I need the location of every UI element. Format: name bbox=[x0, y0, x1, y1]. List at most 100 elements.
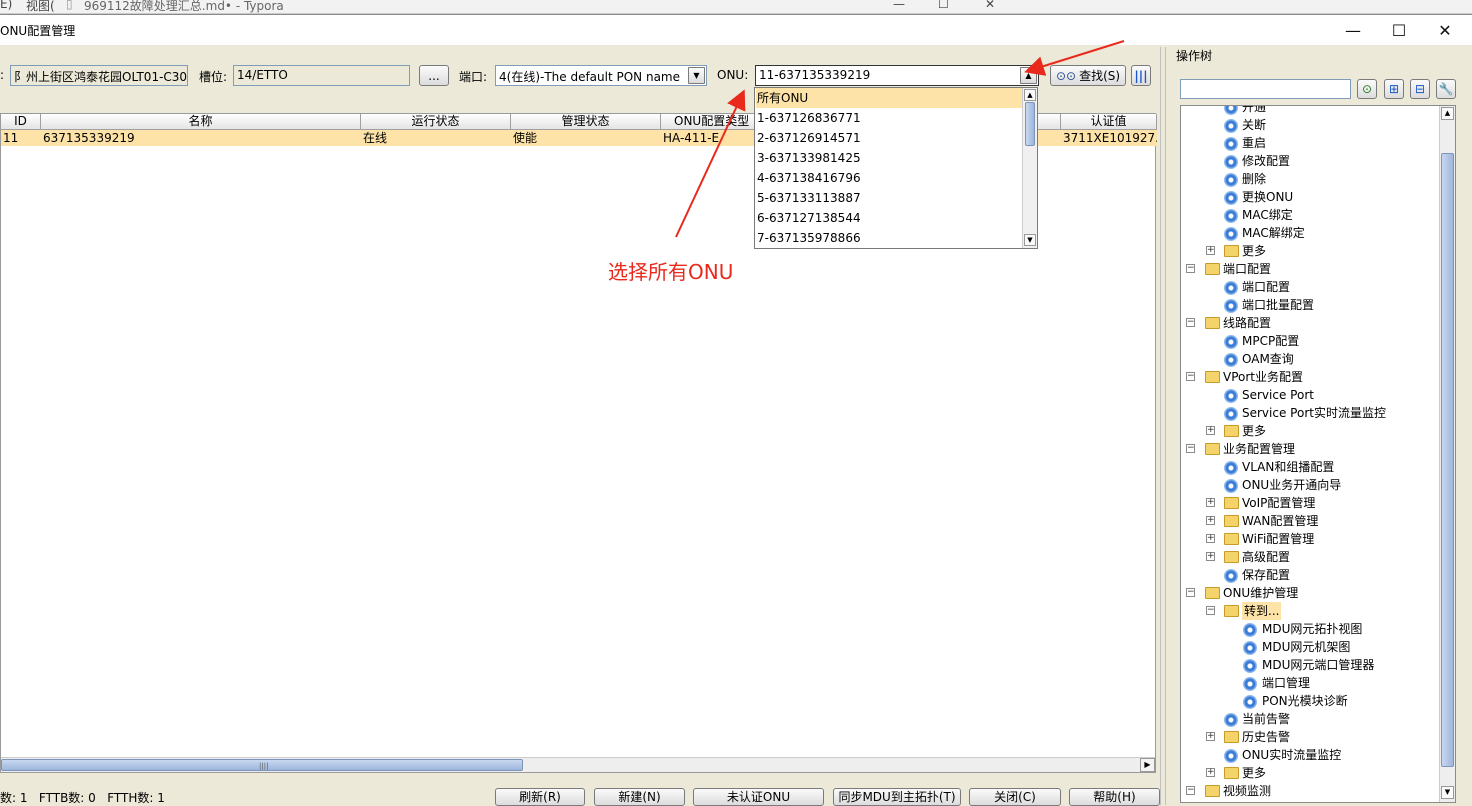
tree-item[interactable]: 当前告警 bbox=[1181, 710, 1439, 728]
refresh-button[interactable]: 刷新(R) bbox=[495, 788, 585, 806]
onu-select[interactable]: 11-637135339219 bbox=[755, 65, 1039, 86]
tree-item[interactable]: 保存配置 bbox=[1181, 566, 1439, 584]
tree-item[interactable]: MPCP配置 bbox=[1181, 332, 1439, 350]
dropdown-item[interactable]: 4-637138416796 bbox=[756, 168, 1022, 188]
collapse-icon[interactable]: − bbox=[1186, 264, 1195, 273]
expand-icon[interactable]: + bbox=[1206, 534, 1215, 543]
tree-item[interactable]: − VPort业务配置 bbox=[1181, 368, 1439, 386]
horizontal-scrollbar[interactable]: |||| ▶ bbox=[1, 757, 1155, 772]
collapse-icon[interactable]: − bbox=[1186, 372, 1195, 381]
tree-item[interactable]: MAC解绑定 bbox=[1181, 224, 1439, 242]
tree-item[interactable]: 修改配置 bbox=[1181, 152, 1439, 170]
tree-item[interactable]: + 历史告警 bbox=[1181, 728, 1439, 746]
scroll-right-button[interactable]: ▶ bbox=[1140, 758, 1155, 772]
unauth-onu-button[interactable]: 未认证ONU bbox=[693, 788, 824, 806]
col-header-name[interactable]: 名称 bbox=[41, 114, 361, 130]
scroll-up-button[interactable]: ▲ bbox=[1024, 89, 1036, 101]
olt-field[interactable]: 阝州上街区鸿泰花园OLT01-C300 bbox=[10, 65, 188, 86]
tree-item[interactable]: 重启 bbox=[1181, 134, 1439, 152]
dropdown-item[interactable]: 1-637126836771 bbox=[756, 108, 1022, 128]
tree-item[interactable]: ONU实时流量监控 bbox=[1181, 746, 1439, 764]
dropdown-scroll-thumb[interactable] bbox=[1025, 102, 1035, 146]
col-header-id[interactable]: ID bbox=[1, 114, 41, 130]
dropdown-item[interactable]: 2-637126914571 bbox=[756, 128, 1022, 148]
tree-item[interactable]: 端口批量配置 bbox=[1181, 296, 1439, 314]
expand-icon[interactable]: + bbox=[1206, 552, 1215, 561]
tree-item[interactable]: MDU网元机架图 bbox=[1181, 638, 1439, 656]
collapse-all-button[interactable]: ⊟ bbox=[1410, 79, 1430, 99]
new-button[interactable]: 新建(N) bbox=[594, 788, 685, 806]
close-button[interactable]: 关闭(C) bbox=[969, 788, 1061, 806]
tree-filter-input[interactable] bbox=[1180, 79, 1351, 99]
port-dropdown-arrow[interactable]: ▼ bbox=[688, 67, 705, 84]
tree-scroll-up-button[interactable]: ▲ bbox=[1441, 107, 1454, 120]
expand-icon[interactable]: + bbox=[1206, 516, 1215, 525]
columns-button[interactable]: ||| bbox=[1131, 65, 1151, 86]
expand-icon[interactable]: + bbox=[1206, 732, 1215, 741]
tree-scrollbar[interactable]: ▲ ▼ bbox=[1439, 106, 1455, 802]
tree-item[interactable]: MDU网元拓扑视图 bbox=[1181, 620, 1439, 638]
col-header-admin-state[interactable]: 管理状态 bbox=[511, 114, 661, 130]
col-header-run-state[interactable]: 运行状态 bbox=[361, 114, 511, 130]
tree-item[interactable]: ONU业务开通向导 bbox=[1181, 476, 1439, 494]
dropdown-item[interactable]: 7-637135978866 bbox=[756, 228, 1022, 248]
minimize-button[interactable]: — bbox=[1330, 15, 1376, 45]
tree-item[interactable]: 端口配置 bbox=[1181, 278, 1439, 296]
tree-item[interactable]: VLAN和组播配置 bbox=[1181, 458, 1439, 476]
tree-item[interactable]: + 更多 bbox=[1181, 422, 1439, 440]
tree-item[interactable]: + 高级配置 bbox=[1181, 548, 1439, 566]
expand-icon[interactable]: + bbox=[1206, 498, 1215, 507]
tree-item[interactable]: 关断 bbox=[1181, 116, 1439, 134]
dropdown-item[interactable]: 6-637127138544 bbox=[756, 208, 1022, 228]
tree-item[interactable]: − 业务配置管理 bbox=[1181, 440, 1439, 458]
collapse-icon[interactable]: − bbox=[1206, 606, 1215, 615]
onu-dropdown-list[interactable]: 所有ONU 1-637126836771 2-637126914571 3-63… bbox=[754, 87, 1038, 249]
tree-item[interactable]: + WAN配置管理 bbox=[1181, 512, 1439, 530]
dropdown-item-all[interactable]: 所有ONU bbox=[756, 88, 1022, 108]
col-header-auth[interactable]: 认证值 bbox=[1061, 114, 1157, 130]
tree-item[interactable]: 端口管理 bbox=[1181, 674, 1439, 692]
expand-icon[interactable]: + bbox=[1206, 768, 1215, 777]
tree-item[interactable]: 更换ONU bbox=[1181, 188, 1439, 206]
tree-item[interactable]: − 端口配置 bbox=[1181, 260, 1439, 278]
dropdown-scrollbar[interactable]: ▲ ▼ bbox=[1022, 88, 1037, 248]
dropdown-item[interactable]: 3-637133981425 bbox=[756, 148, 1022, 168]
scroll-down-button[interactable]: ▼ bbox=[1024, 234, 1036, 246]
tree-item[interactable]: + 更多 bbox=[1181, 242, 1439, 260]
close-window-button[interactable]: ✕ bbox=[1422, 15, 1468, 45]
tree-scroll-down-button[interactable]: ▼ bbox=[1441, 786, 1454, 799]
tree-item[interactable]: + 更多 bbox=[1181, 764, 1439, 782]
tree-settings-button[interactable]: 🔧 bbox=[1436, 79, 1456, 99]
expand-icon[interactable]: + bbox=[1206, 426, 1215, 435]
tree-item[interactable]: 删除 bbox=[1181, 170, 1439, 188]
dropdown-item[interactable]: 5-637133113887 bbox=[756, 188, 1022, 208]
collapse-icon[interactable]: − bbox=[1186, 318, 1195, 327]
expand-icon[interactable]: + bbox=[1206, 246, 1215, 255]
splitter[interactable] bbox=[1160, 47, 1166, 805]
tree-item[interactable]: Service Port实时流量监控 bbox=[1181, 404, 1439, 422]
slot-field[interactable]: 14/ETTO bbox=[233, 65, 410, 86]
port-select[interactable]: 4(在线)-The default PON name bbox=[495, 65, 707, 86]
tree-item[interactable]: Service Port bbox=[1181, 386, 1439, 404]
collapse-icon[interactable]: − bbox=[1186, 786, 1195, 795]
collapse-icon[interactable]: − bbox=[1186, 444, 1195, 453]
tree-item[interactable]: + VoIP配置管理 bbox=[1181, 494, 1439, 512]
tree-search-button[interactable]: ⊙ bbox=[1357, 79, 1377, 99]
tree-item[interactable]: − 转到... bbox=[1181, 602, 1439, 620]
tree-item[interactable]: MDU网元端口管理器 bbox=[1181, 656, 1439, 674]
tree-item[interactable]: OAM查询 bbox=[1181, 350, 1439, 368]
tree-item[interactable]: − 线路配置 bbox=[1181, 314, 1439, 332]
tree-item[interactable]: PON光模块诊断 bbox=[1181, 692, 1439, 710]
browse-button[interactable]: ... bbox=[419, 65, 449, 86]
help-button[interactable]: 帮助(H) bbox=[1069, 788, 1160, 806]
tree-item[interactable]: − 视频监测 bbox=[1181, 782, 1439, 800]
search-button[interactable]: ⊙⊙ 查找(S) bbox=[1050, 65, 1126, 86]
onu-dropdown-arrow[interactable]: ▲ bbox=[1020, 67, 1037, 84]
expand-all-button[interactable]: ⊞ bbox=[1384, 79, 1404, 99]
sync-mdu-button[interactable]: 同步MDU到主拓扑(T) bbox=[833, 788, 961, 806]
tree-item[interactable]: − ONU维护管理 bbox=[1181, 584, 1439, 602]
tree-item[interactable]: MAC绑定 bbox=[1181, 206, 1439, 224]
tree-item[interactable]: 开通 bbox=[1181, 106, 1439, 116]
tree-scroll-thumb[interactable] bbox=[1441, 153, 1454, 767]
tree-item[interactable]: + WiFi配置管理 bbox=[1181, 530, 1439, 548]
